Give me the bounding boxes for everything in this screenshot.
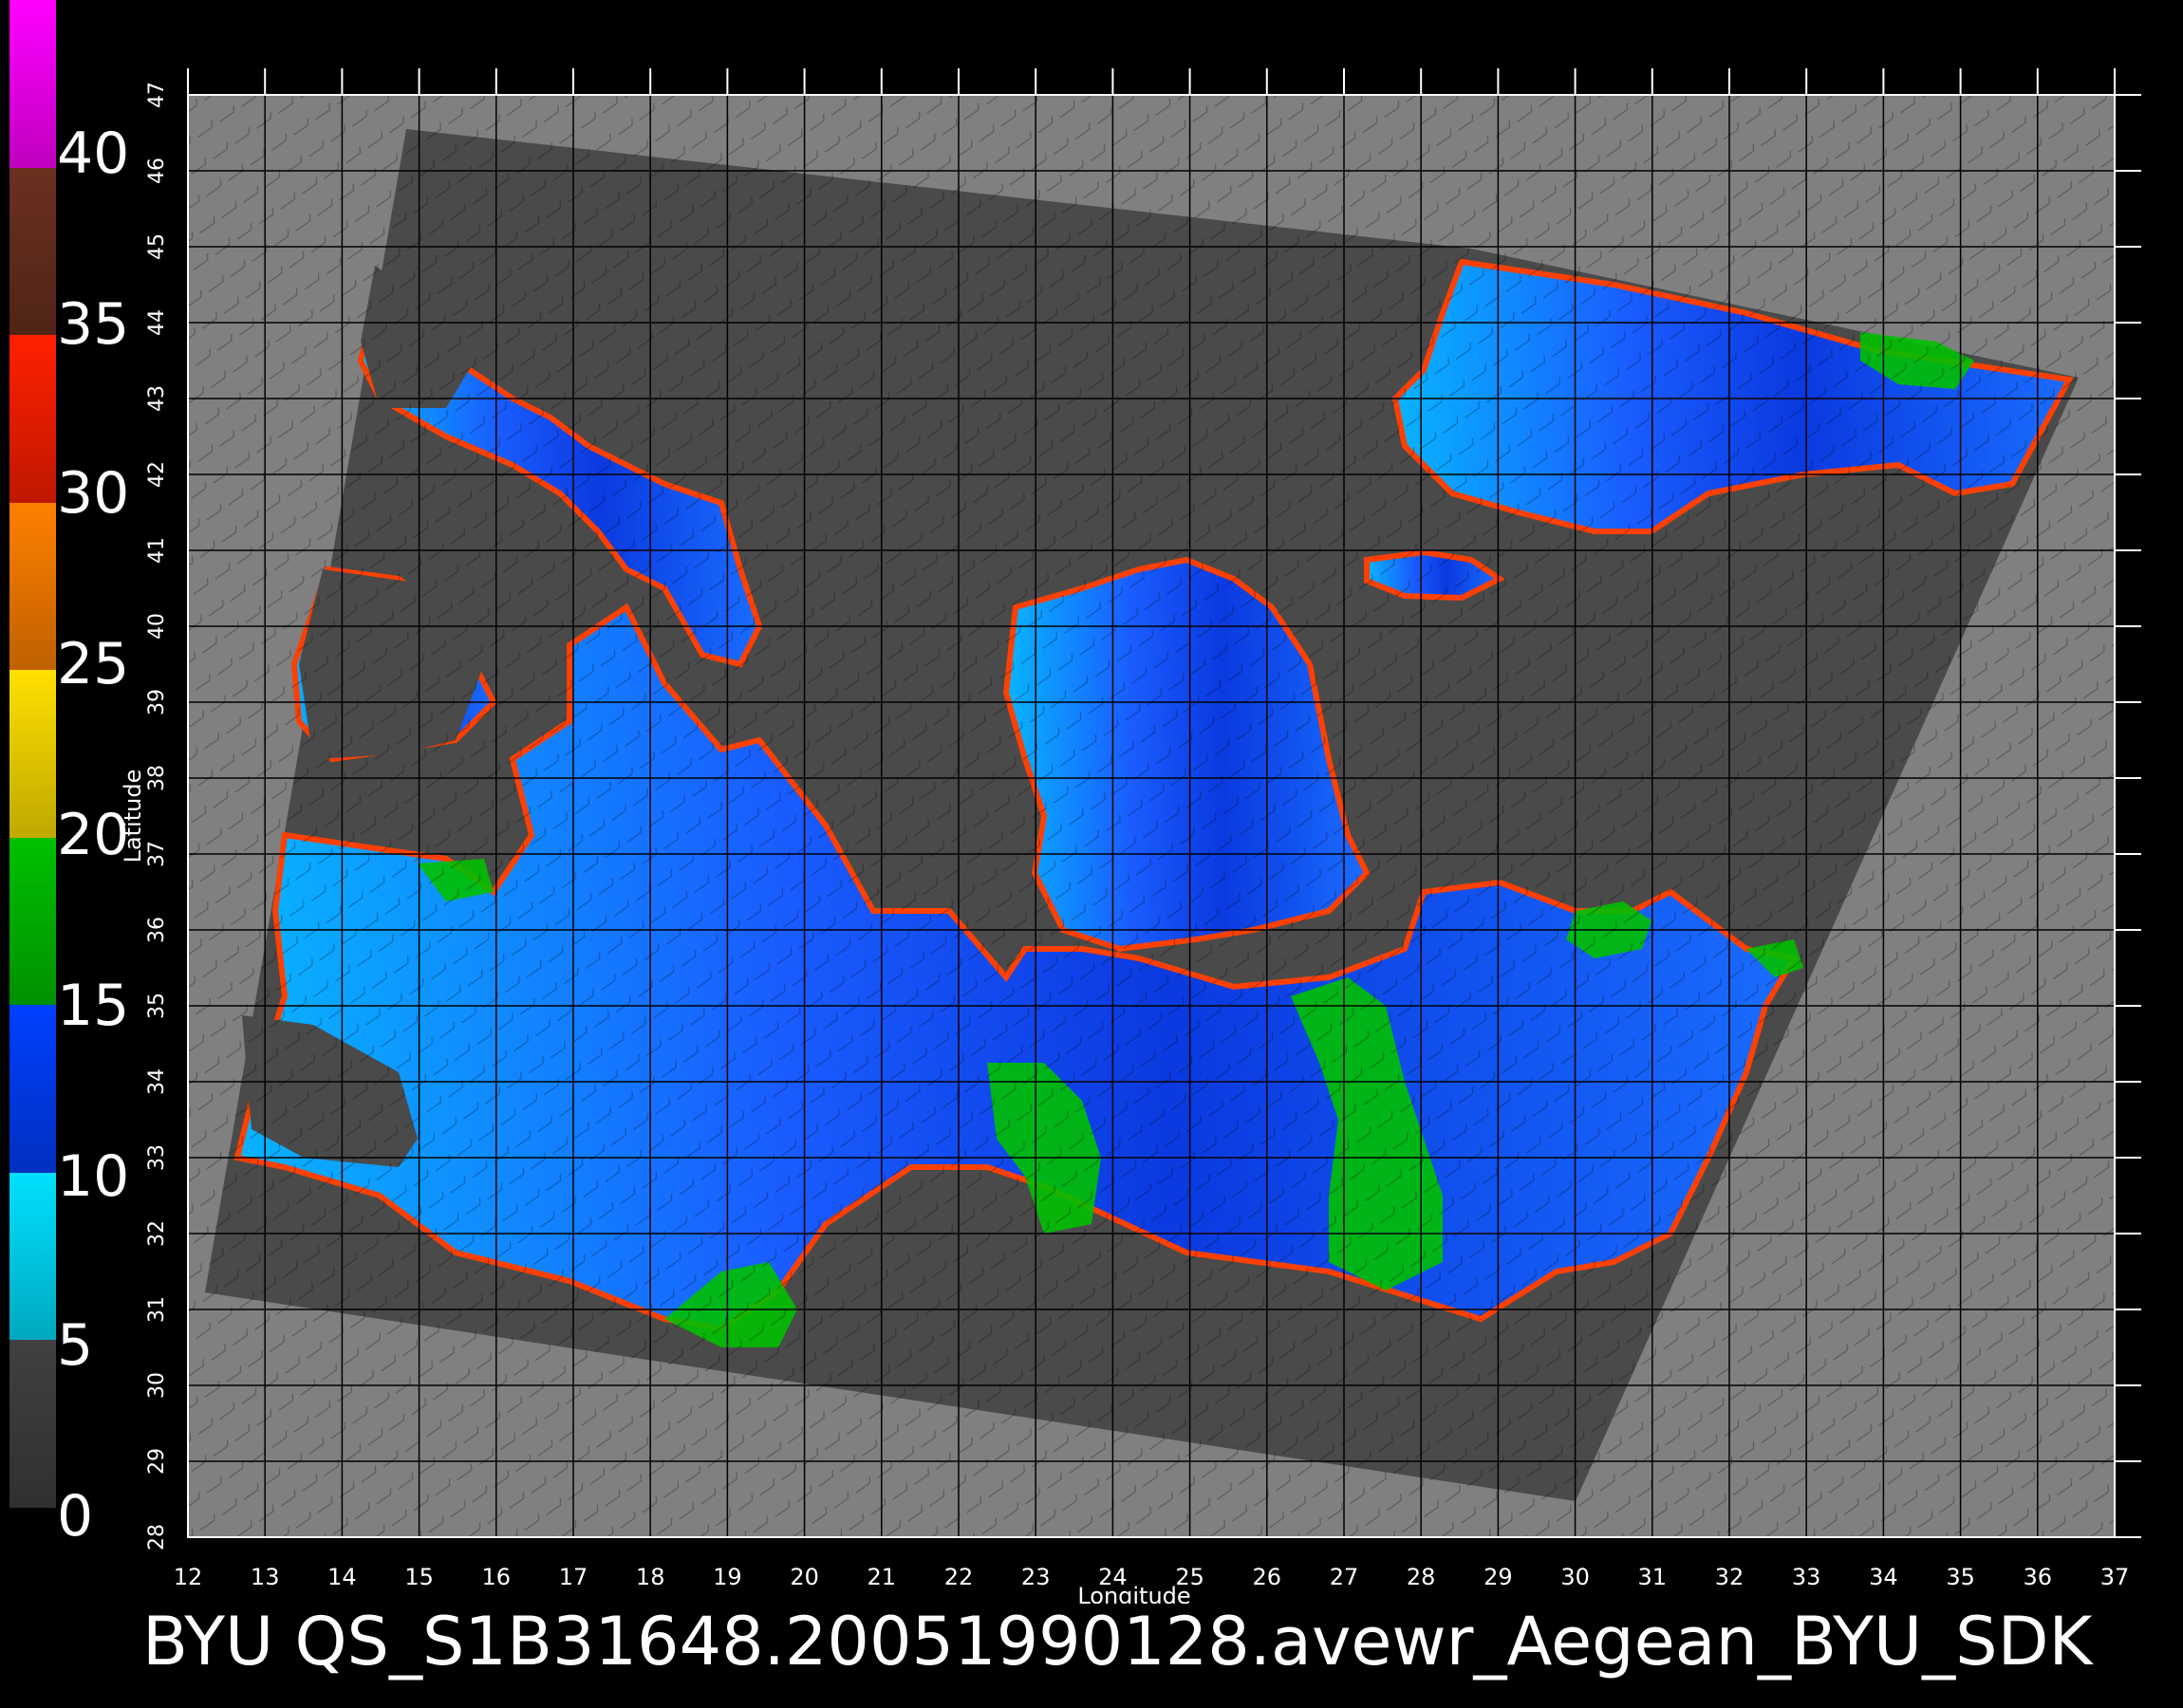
lon-tick-label: 30 (1560, 1564, 1590, 1590)
lon-tick-label: 12 (174, 1564, 203, 1590)
lat-tick-label: 45 (145, 233, 169, 260)
lon-tick-label: 28 (1407, 1564, 1436, 1590)
lon-tick-label: 33 (1792, 1564, 1821, 1590)
lon-tick-label: 27 (1330, 1564, 1359, 1590)
lat-tick-label: 34 (145, 1068, 169, 1095)
map-plot: 12 13 14 15 16 17 18 19 20 21 22 23 24 25 26 27 28 29 30 31… (120, 68, 2141, 1604)
lat-tick-label: 39 (145, 689, 169, 715)
lat-tick-label: 43 (145, 385, 169, 412)
lon-tick-label: 17 (559, 1564, 588, 1590)
lat-tick-label: 41 (145, 537, 169, 564)
lat-tick-label: 28 (145, 1524, 169, 1550)
map-layers (188, 95, 2115, 1537)
lon-tick-label: 26 (1253, 1564, 1282, 1590)
lat-tick-label: 37 (145, 841, 169, 867)
lon-tick-label: 32 (1715, 1564, 1745, 1590)
lat-tick-label: 29 (145, 1448, 169, 1475)
lon-tick-label: 36 (2024, 1564, 2053, 1590)
lat-tick-label: 44 (145, 309, 169, 336)
lat-tick-label: 38 (145, 765, 169, 791)
lon-tick-label: 23 (1021, 1564, 1051, 1590)
lon-tick-label: 37 (2100, 1564, 2130, 1590)
lon-tick-label: 18 (636, 1564, 665, 1590)
wind-speed-map-figure: 40 35 30 25 20 15 10 5 0 12 13 14 15 16 … (0, 0, 2183, 1708)
lon-tick-label: 29 (1483, 1564, 1513, 1590)
lon-tick-label: 34 (1869, 1564, 1898, 1590)
lat-tick-label: 47 (145, 82, 169, 108)
figure-title: BYU QS_S1B31648.20051990128.avewr_Aegean… (142, 1603, 2093, 1680)
lat-tick-label: 30 (145, 1372, 169, 1399)
lat-tick-label: 36 (145, 917, 169, 943)
lat-tick-labels: 28 29 30 31 32 33 34 35 36 37 38 39 40 41 42 43 44 45 46 47 (145, 82, 169, 1550)
lon-tick-label: 35 (1946, 1564, 1975, 1590)
lon-tick-label: 16 (482, 1564, 512, 1590)
wind-barbs-overlay (188, 95, 2115, 1537)
x-axis-label: Longitude (1077, 1583, 1190, 1604)
lat-tick-label: 35 (145, 993, 169, 1019)
lon-tick-label: 13 (251, 1564, 280, 1590)
lon-tick-label: 19 (713, 1564, 742, 1590)
lon-tick-label: 15 (404, 1564, 434, 1590)
lon-tick-label: 22 (944, 1564, 974, 1590)
lat-tick-label: 46 (145, 158, 169, 184)
lat-tick-label: 33 (145, 1144, 169, 1171)
lat-tick-label: 42 (145, 461, 169, 488)
lat-tick-label: 31 (145, 1296, 169, 1323)
lon-tick-label: 20 (790, 1564, 819, 1590)
lon-tick-label: 31 (1638, 1564, 1668, 1590)
lat-tick-label: 32 (145, 1220, 169, 1247)
lon-tick-label: 21 (868, 1564, 897, 1590)
lon-tick-label: 14 (327, 1564, 357, 1590)
y-axis-label: Latitude (120, 770, 146, 863)
lat-tick-label: 40 (145, 613, 169, 640)
